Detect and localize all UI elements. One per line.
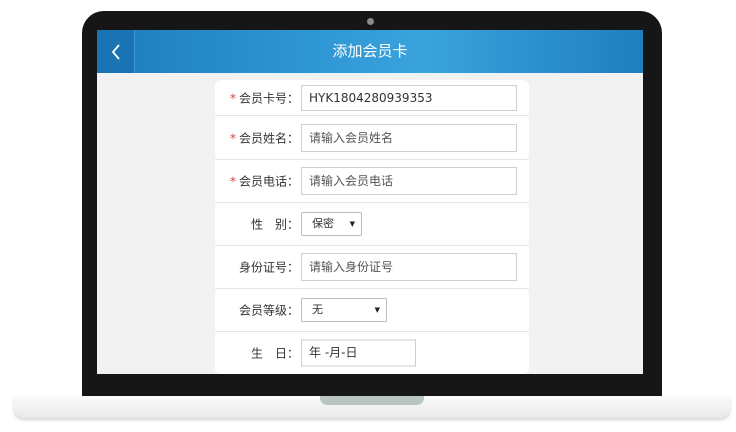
dropdown-arrow-icon: ▼: [349, 220, 355, 228]
laptop-hinge-notch: [320, 396, 424, 405]
required-mark: *: [229, 174, 236, 189]
name-label: * 会员姓名：: [229, 131, 299, 145]
page-title: 添加会员卡: [332, 42, 408, 60]
gender-selected-value: 保密: [312, 217, 334, 230]
form-row-birthday: 生 日： 年 -月-日: [215, 332, 529, 374]
form-row-card-number: * 会员卡号：: [215, 80, 529, 116]
header-bar: 添加会员卡: [97, 30, 643, 73]
form-row-phone: * 会员电话：: [215, 160, 529, 203]
form-row-id-number: 身份证号：: [215, 246, 529, 289]
dropdown-arrow-icon: ▼: [374, 306, 380, 314]
level-label: 会员等级：: [238, 303, 299, 318]
card-number-input[interactable]: [301, 84, 517, 111]
id-number-input[interactable]: [301, 253, 517, 281]
phone-label: * 会员电话：: [229, 174, 299, 189]
webcam-icon: [367, 18, 374, 25]
id-number-label: 身份证号：: [238, 260, 299, 275]
chevron-left-icon: [111, 43, 120, 60]
birthday-date-input[interactable]: 年 -月-日: [301, 339, 416, 367]
form-row-gender: 性 别： 保密 ▼: [215, 203, 529, 246]
form-row-level: 会员等级： 无 ▼: [215, 289, 529, 332]
member-card-form: *会员卡号： *会员姓名： *会员电话： 性 别： 保密 ▼ 身份证号： 会员等…: [215, 80, 529, 374]
card-number-label: * 会员卡号：: [229, 91, 299, 105]
form-row-name: * 会员姓名：: [215, 116, 529, 160]
required-mark: *: [229, 131, 236, 145]
gender-label: 性 别：: [250, 217, 299, 232]
required-mark: *: [229, 91, 236, 105]
back-button[interactable]: [97, 30, 135, 73]
level-selected-value: 无: [312, 303, 323, 316]
birthday-date-value: 年 -月-日: [309, 345, 358, 360]
gender-select[interactable]: 保密 ▼: [301, 212, 362, 236]
app-screen: 添加会员卡 *会员卡号： *会员姓名： *会员电话： 性 别： 保密 ▼: [97, 30, 643, 374]
level-select[interactable]: 无 ▼: [301, 298, 387, 322]
phone-input[interactable]: [301, 167, 517, 195]
name-input[interactable]: [301, 123, 517, 152]
birthday-label: 生 日：: [250, 346, 299, 361]
